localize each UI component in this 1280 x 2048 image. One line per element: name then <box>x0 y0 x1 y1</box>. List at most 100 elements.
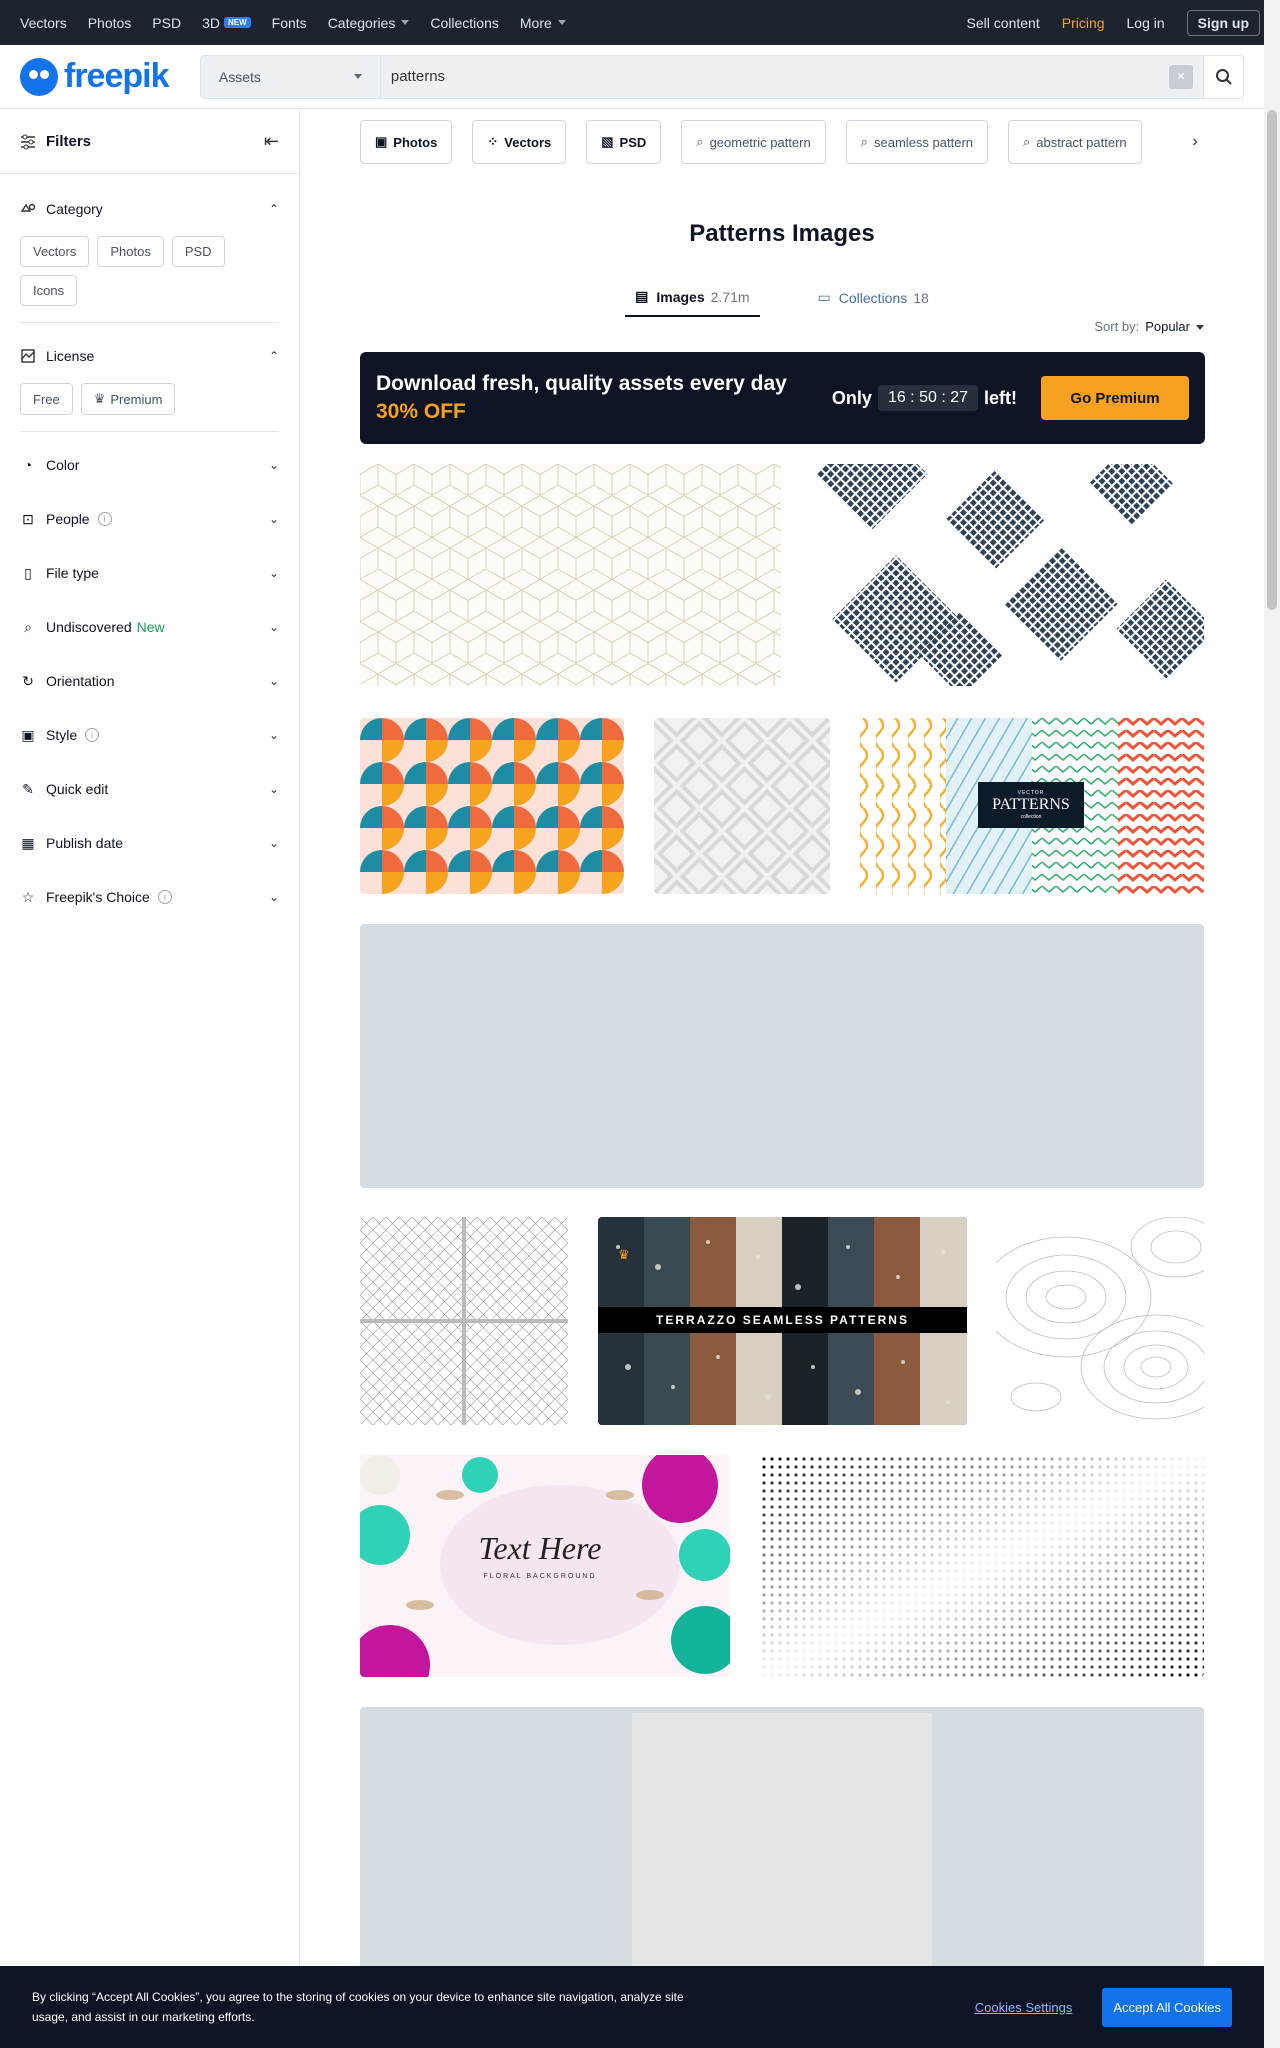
clear-search-button[interactable]: × <box>1169 64 1193 89</box>
chevron-down-icon: ⌄ <box>268 782 279 796</box>
sort-control[interactable]: Sort by: Popular <box>300 319 1264 334</box>
search-button[interactable] <box>1203 55 1243 98</box>
cookies-settings-link[interactable]: Cookies Settings <box>975 2000 1073 2015</box>
crown-icon: ♛ <box>618 1247 630 1262</box>
go-premium-button[interactable]: Go Premium <box>1041 376 1189 420</box>
image-card-line-geometric[interactable] <box>360 1217 568 1425</box>
filter-style-label: Style <box>46 727 78 743</box>
search-scope-select[interactable]: Assets <box>201 55 381 98</box>
tab-images[interactable]: ▤ Images 2.71m <box>625 288 760 317</box>
nav-collections[interactable]: Collections <box>430 15 498 31</box>
image-card-colorful-geometric[interactable] <box>360 718 624 894</box>
sell-content-link[interactable]: Sell content <box>967 15 1040 31</box>
info-icon[interactable]: i <box>157 890 172 904</box>
halftone-pattern-image <box>814 464 1204 686</box>
related-abstract-label: abstract pattern <box>1036 134 1127 150</box>
license-icon <box>20 348 36 364</box>
related-photos[interactable]: ▣ Photos <box>360 120 453 164</box>
chip-premium-label: Premium <box>110 391 163 407</box>
filter-file-type[interactable]: ▯ File type ⌄ <box>20 546 279 600</box>
countdown: Only 16 : 50 : 27 left! <box>832 385 1017 411</box>
filter-color[interactable]: ◔ Color ⌄ <box>20 438 279 492</box>
chip-psd[interactable]: PSD <box>171 236 225 267</box>
filter-undiscovered[interactable]: ⌕ Undiscovered New ⌄ <box>20 600 279 654</box>
signup-button[interactable]: Sign up <box>1186 9 1260 36</box>
collapse-sidebar-icon[interactable]: ⇤ <box>264 131 279 152</box>
filter-people[interactable]: ⊡ People i ⌄ <box>20 492 279 546</box>
nav-psd[interactable]: PSD <box>152 15 181 31</box>
image-card-dotted-wave[interactable] <box>760 1455 1204 1677</box>
topographic-lines-image <box>996 1217 1204 1420</box>
image-card-topographic[interactable] <box>996 1217 1204 1425</box>
freepik-logo[interactable]: freepik <box>20 57 200 96</box>
chevron-down-icon <box>401 20 410 25</box>
cookie-banner: By clicking “Accept All Cookies”, you ag… <box>0 1966 1264 2048</box>
collapsed-sections: ◔ Color ⌄ ⊡ People i ⌄ ▯ File type ⌄ ⌕ Undiscove… <box>0 438 299 924</box>
main-content: ▣ Photos ⁘ Vectors ▧ PSD ⌕ geometric pattern… <box>300 110 1264 2048</box>
filter-publish-date[interactable]: ▦ Publish date ⌄ <box>20 816 279 870</box>
category-chips: Vectors Photos PSD Icons <box>20 236 279 316</box>
filter-quick-edit[interactable]: ✎ Quick edit ⌄ <box>20 762 279 816</box>
nav-photos[interactable]: Photos <box>88 15 132 31</box>
countdown-clock: 16 : 50 : 27 <box>877 385 978 411</box>
promo-text: Download fresh, quality assets every day… <box>376 372 787 424</box>
header: freepik Assets patterns × <box>0 45 1264 109</box>
image-card-hex-outline[interactable] <box>360 464 781 686</box>
info-icon[interactable]: i <box>97 512 112 526</box>
filter-style[interactable]: ▣ Style i ⌄ <box>20 708 279 762</box>
chevron-up-icon: ⌃ <box>268 349 279 363</box>
related-vectors-label: Vectors <box>504 134 552 150</box>
countdown-only: Only <box>831 387 872 408</box>
search-icon: ⌕ <box>1023 134 1031 149</box>
chevron-down-icon <box>557 20 566 25</box>
nav-3d[interactable]: 3D NEW <box>202 15 251 31</box>
license-chips: Free ♛ Premium <box>20 383 279 425</box>
vector-icon: ⁘ <box>487 134 499 149</box>
license-toggle[interactable]: License ⌃ <box>20 329 279 383</box>
chip-premium[interactable]: ♛ Premium <box>80 383 176 415</box>
folder-icon: ▭ <box>817 289 831 305</box>
chip-vectors[interactable]: Vectors <box>20 236 90 267</box>
crown-icon: ♛ <box>93 391 106 406</box>
hexagon-pattern-image <box>360 464 781 686</box>
related-seamless-pattern[interactable]: ⌕ seamless pattern <box>845 120 989 164</box>
new-badge: NEW <box>224 17 251 28</box>
nav-categories[interactable]: Categories <box>328 15 410 31</box>
related-geometric-pattern[interactable]: ⌕ geometric pattern <box>681 120 826 164</box>
chevron-right-icon[interactable]: › <box>1180 120 1210 164</box>
chip-free[interactable]: Free <box>20 383 73 415</box>
tab-collections[interactable]: ▭ Collections 18 <box>808 288 939 317</box>
category-label: Category <box>46 201 103 217</box>
image-card-terrazzo[interactable]: ♛ TERRAZZO SEAMLESS PATTERNS <box>598 1217 967 1425</box>
search-input[interactable]: patterns <box>381 56 1169 98</box>
related-searches: ▣ Photos ⁘ Vectors ▧ PSD ⌕ geometric pattern… <box>300 110 1210 164</box>
filter-freepiks-choice[interactable]: ☆ Freepik's Choice i ⌄ <box>20 870 279 924</box>
chip-photos[interactable]: Photos <box>97 236 164 267</box>
filter-orientation[interactable]: ↻ Orientation ⌄ <box>20 654 279 708</box>
tab-images-count: 2.71m <box>710 288 750 305</box>
nav-vectors[interactable]: Vectors <box>20 15 67 31</box>
scrollbar-thumb[interactable] <box>1267 110 1277 610</box>
scrollbar[interactable] <box>1264 0 1280 2048</box>
image-card-patterns-collection[interactable]: VECTOR PATTERNS collection <box>860 718 1204 894</box>
nav-categories-label: Categories <box>327 14 396 31</box>
image-card-halftone-squares[interactable] <box>811 464 1204 686</box>
nav-fonts[interactable]: Fonts <box>272 15 307 31</box>
related-vectors[interactable]: ⁘ Vectors <box>472 120 567 164</box>
people-icon: ⊡ <box>22 510 34 527</box>
category-toggle[interactable]: Category ⌃ <box>20 182 279 236</box>
related-psd[interactable]: ▧ PSD <box>586 120 662 164</box>
chip-icons[interactable]: Icons <box>20 275 78 306</box>
pricing-link[interactable]: Pricing <box>1062 15 1105 31</box>
login-link[interactable]: Log in <box>1127 15 1165 31</box>
image-card-floral[interactable]: Text Here FLORAL BACKGROUND <box>360 1455 730 1677</box>
accept-cookies-button[interactable]: Accept All Cookies <box>1102 1987 1232 2027</box>
image-card-grey-chevron[interactable] <box>654 718 830 894</box>
countdown-left: left! <box>984 387 1017 408</box>
search-sparkle-icon: ⌕ <box>24 618 32 635</box>
nav-more[interactable]: More <box>520 15 566 31</box>
info-icon[interactable]: i <box>85 728 100 742</box>
floral-text: Text Here FLORAL BACKGROUND <box>440 1530 640 1580</box>
related-abstract-pattern[interactable]: ⌕ abstract pattern <box>1008 120 1142 164</box>
grey-diamond-pattern-image <box>654 718 830 894</box>
